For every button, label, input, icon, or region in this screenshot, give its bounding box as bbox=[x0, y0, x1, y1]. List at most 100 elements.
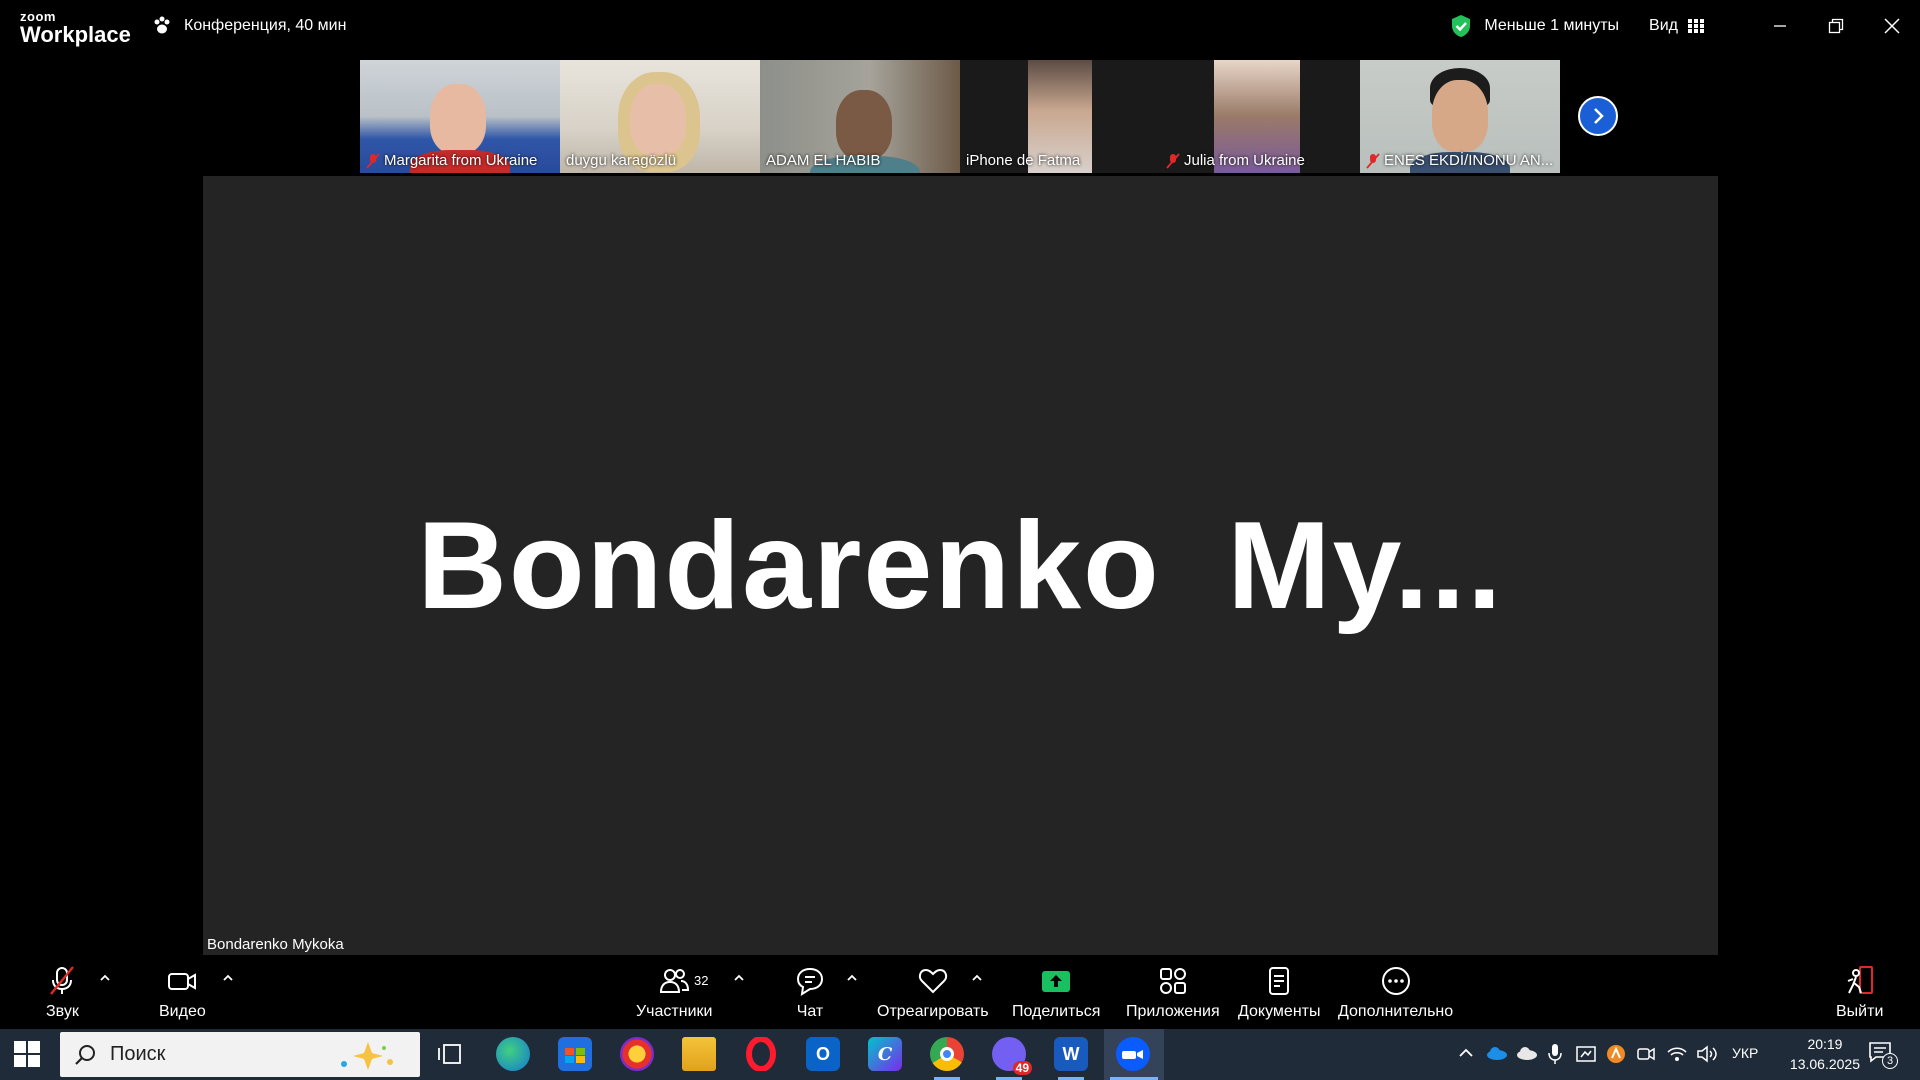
participant-name-tag: Julia from Ukraine bbox=[1166, 152, 1305, 169]
notification-count: 3 bbox=[1882, 1053, 1898, 1069]
chrome-center bbox=[940, 1047, 954, 1061]
camera-icon bbox=[168, 973, 197, 990]
more-label: Дополнительно bbox=[1338, 1003, 1454, 1020]
participant-tile[interactable]: ADAM EL HABIB bbox=[760, 60, 960, 173]
paw-icon bbox=[154, 16, 170, 34]
leave-label: Выйти bbox=[1836, 1003, 1884, 1020]
share-screen-icon bbox=[1042, 971, 1071, 992]
store-icon[interactable] bbox=[558, 1037, 592, 1071]
viber-icon[interactable]: 49 bbox=[992, 1037, 1032, 1075]
view-button[interactable]: Вид bbox=[1649, 17, 1704, 35]
network-settings-icon[interactable] bbox=[1576, 1044, 1596, 1064]
active-speaker-stage: Bondarenko My... Bondarenko Mykoka bbox=[203, 176, 1718, 955]
minimize-button[interactable] bbox=[1752, 0, 1808, 52]
meeting-info[interactable]: Конференция, 40 мин bbox=[152, 16, 346, 36]
participant-name-tag: iPhone de Fatma bbox=[966, 152, 1080, 169]
leave-icon bbox=[1847, 966, 1873, 994]
copilot-sparkle-icon bbox=[341, 1042, 393, 1070]
more-icon bbox=[1381, 967, 1410, 995]
windows-start-icon[interactable] bbox=[14, 1041, 40, 1067]
grid-icon bbox=[1688, 19, 1704, 33]
close-icon bbox=[1884, 18, 1900, 34]
share-label: Поделиться bbox=[1012, 1003, 1101, 1020]
share-screen-button[interactable]: Поделиться bbox=[1012, 965, 1100, 1021]
video-label: Видео bbox=[159, 1003, 206, 1020]
wifi-icon[interactable] bbox=[1666, 1044, 1688, 1064]
participant-tile[interactable]: Julia from Ukraine bbox=[1160, 60, 1360, 173]
video-options-chevron-up-icon[interactable] bbox=[221, 973, 235, 983]
meeting-title: Конференция, 40 мин bbox=[184, 17, 347, 34]
chat-label: Чат bbox=[796, 1003, 824, 1020]
taskbar-clock[interactable]: 20:19 13.06.2025 bbox=[1790, 1034, 1860, 1074]
muted-mic-icon bbox=[366, 152, 380, 169]
participant-strip: Margarita from Ukraine duygu karagözlü A… bbox=[360, 60, 1560, 173]
windows-taskbar: Поиск O C 49 W УКР 20:19 13.06.2025 3 bbox=[0, 1029, 1920, 1080]
restore-button[interactable] bbox=[1808, 0, 1864, 52]
edge-icon[interactable] bbox=[496, 1037, 530, 1071]
store-grid-icon bbox=[565, 1048, 585, 1063]
participant-tile[interactable]: iPhone de Fatma bbox=[960, 60, 1160, 173]
apps-button[interactable]: Приложения bbox=[1126, 965, 1220, 1021]
heart-icon bbox=[918, 968, 947, 994]
onedrive-icon[interactable] bbox=[1486, 1045, 1508, 1061]
canva-icon[interactable]: C bbox=[868, 1037, 902, 1071]
microphone-icon[interactable] bbox=[1548, 1043, 1562, 1065]
cloud-icon[interactable] bbox=[1516, 1045, 1538, 1061]
browser-icon[interactable] bbox=[620, 1037, 654, 1071]
participant-name: duygu karagözlü bbox=[566, 152, 677, 169]
participant-name: Julia from Ukraine bbox=[1184, 152, 1305, 169]
participant-video bbox=[836, 90, 892, 160]
docs-label: Документы bbox=[1238, 1003, 1321, 1020]
zoom-taskbar-icon[interactable] bbox=[1116, 1037, 1150, 1071]
participant-tile[interactable]: ENES EKDİ/INONU AN... bbox=[1360, 60, 1560, 173]
zoom-logo: zoom Workplace bbox=[20, 10, 131, 46]
participants-options-chevron-up-icon[interactable] bbox=[732, 973, 746, 983]
muted-mic-icon bbox=[50, 966, 75, 995]
word-icon[interactable]: W bbox=[1054, 1037, 1088, 1071]
meet-now-icon[interactable] bbox=[1636, 1044, 1656, 1064]
top-right-controls: Меньше 1 минуты Вид bbox=[1450, 0, 1920, 52]
opera-icon[interactable] bbox=[744, 1037, 778, 1071]
search-icon bbox=[75, 1044, 95, 1065]
outlook-icon[interactable]: O bbox=[806, 1037, 840, 1071]
meeting-timer[interactable]: Меньше 1 минуты bbox=[1450, 14, 1619, 38]
participant-video bbox=[1432, 80, 1488, 152]
zoom-logo-icon bbox=[1122, 1050, 1143, 1059]
app-tray-icon[interactable] bbox=[1606, 1044, 1626, 1064]
muted-mic-icon bbox=[1166, 152, 1180, 169]
chat-options-chevron-up-icon[interactable] bbox=[845, 973, 859, 983]
logo-big-text: Workplace bbox=[20, 22, 131, 47]
audio-label: Звук bbox=[46, 1003, 79, 1020]
top-bar: zoom Workplace Конференция, 40 мин Меньш… bbox=[0, 0, 1920, 52]
taskbar-search-box[interactable]: Поиск bbox=[60, 1032, 420, 1077]
chrome-icon[interactable] bbox=[930, 1037, 964, 1071]
muted-mic-icon bbox=[1366, 152, 1380, 169]
more-button[interactable]: Дополнительно bbox=[1338, 965, 1453, 1021]
docs-button[interactable]: Документы bbox=[1238, 965, 1320, 1021]
meeting-toolbar: Звук Видео Участники 32 Чат Отреагироват… bbox=[0, 957, 1920, 1029]
opera-logo-icon bbox=[746, 1037, 776, 1071]
video-button[interactable]: Видео bbox=[159, 965, 206, 1021]
chevron-up-icon[interactable] bbox=[1458, 1047, 1474, 1059]
speaker-display-name: Bondarenko My... bbox=[417, 496, 1504, 635]
audio-options-chevron-up-icon[interactable] bbox=[98, 973, 112, 983]
participant-name: ENES EKDİ/INONU AN... bbox=[1384, 152, 1554, 169]
file-explorer-icon[interactable] bbox=[682, 1037, 716, 1071]
input-language-indicator[interactable]: УКР bbox=[1732, 1045, 1758, 1061]
audio-button[interactable]: Звук bbox=[46, 965, 79, 1021]
react-options-chevron-up-icon[interactable] bbox=[970, 973, 984, 983]
shield-check-icon bbox=[1452, 15, 1471, 37]
participant-tile[interactable]: duygu karagözlü bbox=[560, 60, 760, 173]
chat-button[interactable]: Чат bbox=[794, 965, 826, 1021]
participant-name-tag: Margarita from Ukraine bbox=[366, 152, 537, 169]
volume-icon[interactable] bbox=[1696, 1044, 1718, 1064]
task-view-icon[interactable] bbox=[438, 1043, 462, 1065]
apps-label: Приложения bbox=[1126, 1003, 1220, 1020]
close-button[interactable] bbox=[1864, 0, 1920, 52]
minimize-icon bbox=[1774, 25, 1786, 27]
leave-button[interactable]: Выйти bbox=[1836, 965, 1883, 1021]
participant-tile[interactable]: Margarita from Ukraine bbox=[360, 60, 560, 173]
view-label: Вид bbox=[1649, 17, 1678, 34]
notifications-button[interactable]: 3 bbox=[1868, 1041, 1898, 1069]
next-page-button[interactable] bbox=[1578, 96, 1618, 136]
